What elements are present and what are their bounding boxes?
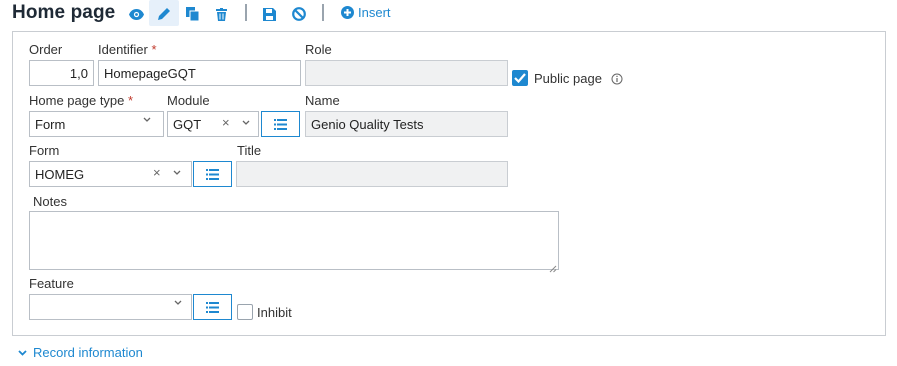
clear-icon[interactable]: ×: [153, 165, 161, 180]
copy-icon: [186, 7, 200, 21]
required-marker: *: [128, 93, 134, 108]
module-controls: ×: [222, 115, 250, 130]
feature-lookup-button[interactable]: [193, 294, 232, 320]
inhibit-label: Inhibit: [257, 305, 292, 320]
form-controls: ×: [153, 165, 181, 180]
module-value: GQT: [173, 116, 202, 132]
chevron-down-icon[interactable]: [174, 300, 182, 306]
cancel-icon: [292, 7, 306, 21]
eye-icon: [128, 8, 144, 20]
home-page-type-label: Home page type *: [29, 93, 134, 108]
chevron-down-icon[interactable]: [173, 170, 181, 176]
save-icon: [262, 7, 276, 21]
feature-label: Feature: [29, 276, 74, 291]
feature-select[interactable]: [29, 294, 192, 320]
insert-label: Insert: [358, 5, 391, 20]
required-marker: *: [151, 42, 157, 57]
delete-button[interactable]: [210, 3, 232, 25]
info-icon[interactable]: [611, 72, 623, 90]
record-information-label: Record information: [33, 345, 143, 360]
public-page-label: Public page: [534, 71, 602, 86]
title-label: Title: [237, 143, 262, 158]
notes-textarea[interactable]: [29, 211, 559, 270]
list-icon: [206, 301, 219, 313]
identifier-label: Identifier *: [98, 42, 157, 57]
name-label: Name: [305, 93, 340, 108]
plus-circle-icon: [341, 6, 354, 19]
toolbar-divider: [322, 4, 324, 21]
chevron-down-icon: [18, 349, 27, 356]
duplicate-button[interactable]: [182, 3, 204, 25]
form-label: Form: [29, 143, 60, 158]
view-button[interactable]: [125, 3, 147, 25]
title-input[interactable]: [236, 161, 508, 187]
form-lookup-button[interactable]: [193, 161, 232, 187]
chevron-down-icon[interactable]: [242, 120, 250, 126]
record-information-toggle[interactable]: Record information: [18, 345, 143, 360]
pencil-icon: [157, 7, 170, 20]
identifier-input[interactable]: HomepageGQT: [98, 60, 301, 86]
order-input[interactable]: 1,0: [29, 60, 94, 86]
trash-icon: [215, 7, 227, 21]
order-label: Order: [29, 42, 63, 57]
public-page-checkbox[interactable]: [512, 70, 528, 86]
notes-label: Notes: [33, 194, 67, 209]
list-icon: [206, 168, 219, 180]
resize-handle-icon[interactable]: [549, 260, 557, 278]
inhibit-checkbox[interactable]: [237, 304, 253, 320]
name-input[interactable]: Genio Quality Tests: [305, 111, 508, 137]
save-button[interactable]: [258, 3, 280, 25]
home-page-type-select[interactable]: Form: [29, 111, 164, 137]
cancel-button[interactable]: [288, 3, 310, 25]
toolbar-divider: [245, 4, 247, 21]
home-page-type-value: Form: [35, 116, 66, 132]
role-input[interactable]: [305, 60, 508, 86]
page-title: Home page: [12, 2, 116, 23]
insert-button[interactable]: Insert: [341, 5, 391, 20]
module-lookup-button[interactable]: [261, 111, 300, 137]
clear-icon[interactable]: ×: [222, 115, 230, 130]
edit-button[interactable]: [149, 0, 179, 26]
list-icon: [274, 118, 287, 130]
form-value: HOMEG: [35, 166, 85, 182]
module-label: Module: [167, 93, 210, 108]
chevron-down-icon[interactable]: [143, 117, 151, 123]
check-icon: [514, 73, 526, 83]
role-label: Role: [305, 42, 332, 57]
